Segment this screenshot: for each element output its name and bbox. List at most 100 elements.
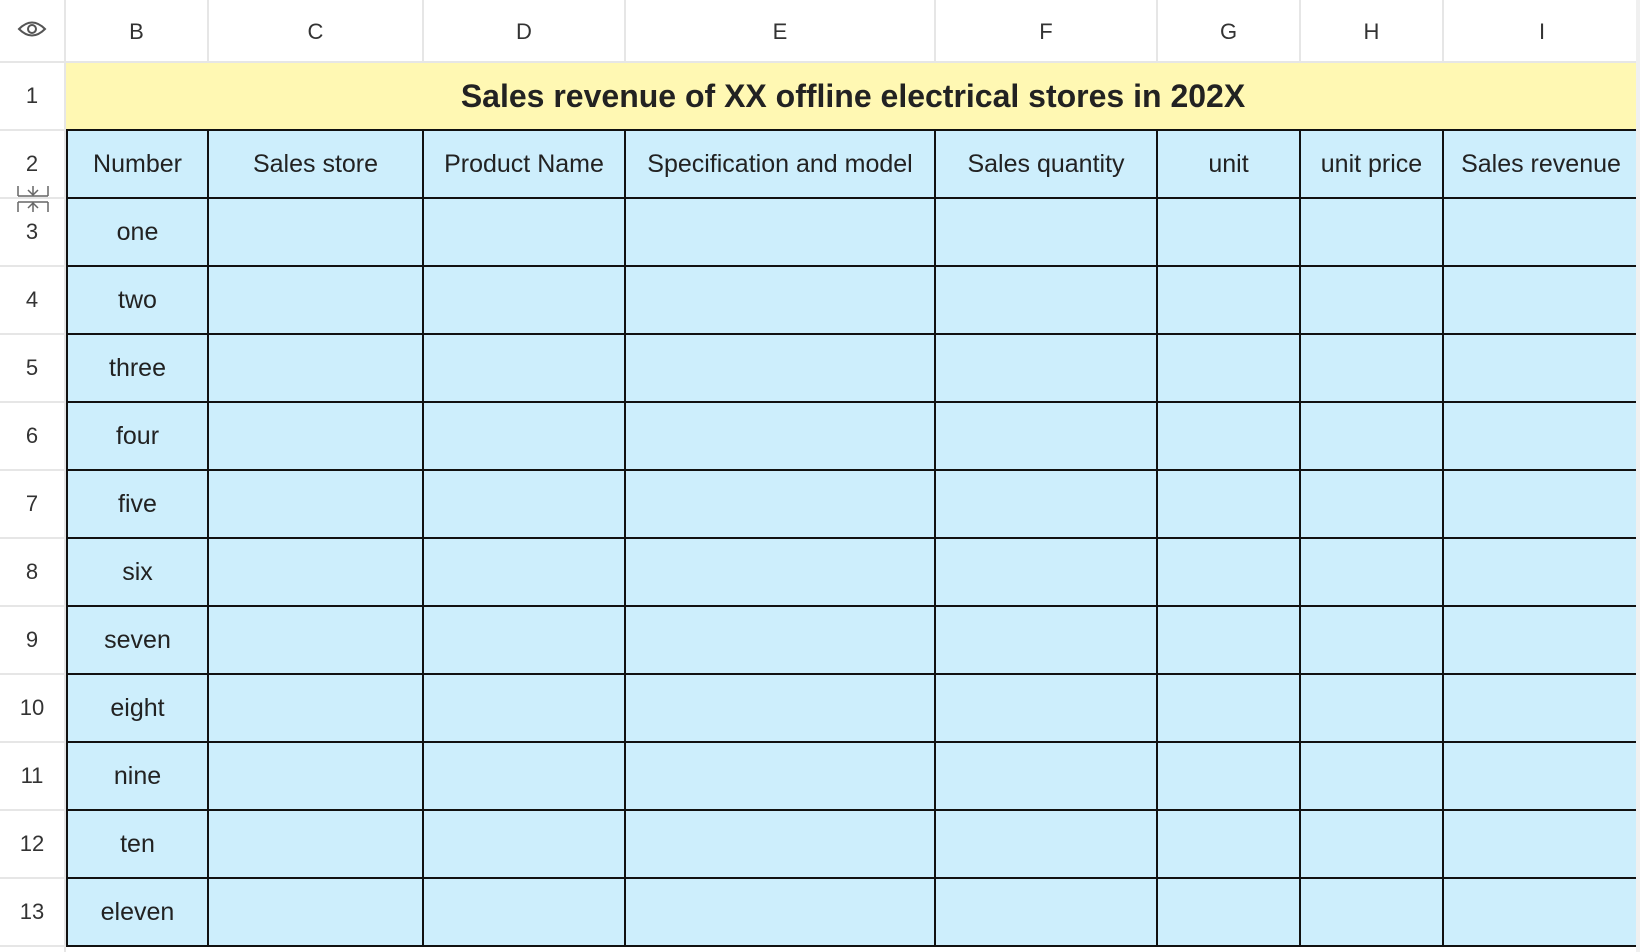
data-cell[interactable] xyxy=(936,879,1158,947)
data-cell[interactable] xyxy=(1158,607,1301,675)
column-header-e[interactable]: E xyxy=(626,0,936,63)
data-cell[interactable] xyxy=(936,607,1158,675)
sheet-title[interactable]: Sales revenue of XX offline electrical s… xyxy=(66,63,1640,131)
data-cell[interactable] xyxy=(1301,539,1444,607)
row-header-4[interactable]: 4 xyxy=(0,267,64,335)
visibility-toggle[interactable] xyxy=(0,0,66,63)
data-cell[interactable] xyxy=(936,335,1158,403)
data-cell[interactable] xyxy=(424,675,626,743)
data-cell[interactable] xyxy=(1444,879,1640,947)
row-header-13[interactable]: 13 xyxy=(0,879,64,947)
data-cell[interactable] xyxy=(936,199,1158,267)
data-cell[interactable] xyxy=(936,743,1158,811)
row-header-7[interactable]: 7 xyxy=(0,471,64,539)
data-cell[interactable] xyxy=(1301,743,1444,811)
column-header-d[interactable]: D xyxy=(424,0,626,63)
number-cell[interactable]: one xyxy=(66,199,209,267)
data-cell[interactable] xyxy=(424,811,626,879)
data-cell[interactable] xyxy=(1158,403,1301,471)
row-header-12[interactable]: 12 xyxy=(0,811,64,879)
data-cell[interactable] xyxy=(424,879,626,947)
data-cell[interactable] xyxy=(1444,743,1640,811)
data-cell[interactable] xyxy=(1301,471,1444,539)
data-cell[interactable] xyxy=(424,403,626,471)
data-cell[interactable] xyxy=(936,675,1158,743)
data-cell[interactable] xyxy=(209,403,424,471)
data-cell[interactable] xyxy=(209,879,424,947)
row-header-9[interactable]: 9 xyxy=(0,607,64,675)
header-cell[interactable]: Sales store xyxy=(209,131,424,199)
data-cell[interactable] xyxy=(1444,675,1640,743)
data-cell[interactable] xyxy=(626,743,936,811)
data-cell[interactable] xyxy=(1301,879,1444,947)
data-cell[interactable] xyxy=(1444,403,1640,471)
number-cell[interactable]: ten xyxy=(66,811,209,879)
data-cell[interactable] xyxy=(209,471,424,539)
number-cell[interactable]: nine xyxy=(66,743,209,811)
data-cell[interactable] xyxy=(1301,811,1444,879)
data-cell[interactable] xyxy=(626,471,936,539)
row-header-10[interactable]: 10 xyxy=(0,675,64,743)
row-header-5[interactable]: 5 xyxy=(0,335,64,403)
header-cell[interactable]: Specification and model xyxy=(626,131,936,199)
data-cell[interactable] xyxy=(424,267,626,335)
data-cell[interactable] xyxy=(626,675,936,743)
data-cell[interactable] xyxy=(626,267,936,335)
number-cell[interactable]: three xyxy=(66,335,209,403)
data-cell[interactable] xyxy=(209,539,424,607)
column-header-f[interactable]: F xyxy=(936,0,1158,63)
data-cell[interactable] xyxy=(1444,471,1640,539)
number-cell[interactable]: four xyxy=(66,403,209,471)
data-cell[interactable] xyxy=(209,743,424,811)
number-cell[interactable]: six xyxy=(66,539,209,607)
data-cell[interactable] xyxy=(1158,335,1301,403)
data-cell[interactable] xyxy=(209,607,424,675)
data-cell[interactable] xyxy=(209,199,424,267)
data-cell[interactable] xyxy=(1301,403,1444,471)
data-cell[interactable] xyxy=(424,471,626,539)
column-header-h[interactable]: H xyxy=(1301,0,1444,63)
data-cell[interactable] xyxy=(1158,879,1301,947)
row-resize-icon[interactable] xyxy=(16,184,50,214)
number-cell[interactable]: eight xyxy=(66,675,209,743)
data-cell[interactable] xyxy=(1444,607,1640,675)
data-cell[interactable] xyxy=(1444,811,1640,879)
data-cell[interactable] xyxy=(1158,743,1301,811)
data-cell[interactable] xyxy=(424,335,626,403)
data-cell[interactable] xyxy=(626,539,936,607)
data-cell[interactable] xyxy=(626,811,936,879)
header-cell[interactable]: Sales quantity xyxy=(936,131,1158,199)
column-header-i[interactable]: I xyxy=(1444,0,1640,63)
data-cell[interactable] xyxy=(626,879,936,947)
header-cell[interactable]: unit price xyxy=(1301,131,1444,199)
data-cell[interactable] xyxy=(936,403,1158,471)
data-cell[interactable] xyxy=(1158,539,1301,607)
number-cell[interactable]: seven xyxy=(66,607,209,675)
data-cell[interactable] xyxy=(424,607,626,675)
row-header-11[interactable]: 11 xyxy=(0,743,64,811)
data-cell[interactable] xyxy=(1444,267,1640,335)
data-cell[interactable] xyxy=(1301,335,1444,403)
number-cell[interactable]: two xyxy=(66,267,209,335)
header-cell[interactable]: Sales revenue xyxy=(1444,131,1640,199)
data-cell[interactable] xyxy=(1158,267,1301,335)
data-cell[interactable] xyxy=(209,335,424,403)
data-cell[interactable] xyxy=(424,743,626,811)
data-cell[interactable] xyxy=(1444,199,1640,267)
data-cell[interactable] xyxy=(626,607,936,675)
data-cell[interactable] xyxy=(209,811,424,879)
number-cell[interactable]: eleven xyxy=(66,879,209,947)
data-cell[interactable] xyxy=(936,471,1158,539)
row-header-6[interactable]: 6 xyxy=(0,403,64,471)
data-cell[interactable] xyxy=(626,199,936,267)
data-cell[interactable] xyxy=(424,539,626,607)
data-cell[interactable] xyxy=(1301,675,1444,743)
number-cell[interactable]: five xyxy=(66,471,209,539)
data-cell[interactable] xyxy=(1301,199,1444,267)
data-cell[interactable] xyxy=(1444,539,1640,607)
data-cell[interactable] xyxy=(209,267,424,335)
data-cell[interactable] xyxy=(1158,199,1301,267)
column-header-b[interactable]: B xyxy=(66,0,209,63)
column-header-g[interactable]: G xyxy=(1158,0,1301,63)
data-cell[interactable] xyxy=(626,335,936,403)
